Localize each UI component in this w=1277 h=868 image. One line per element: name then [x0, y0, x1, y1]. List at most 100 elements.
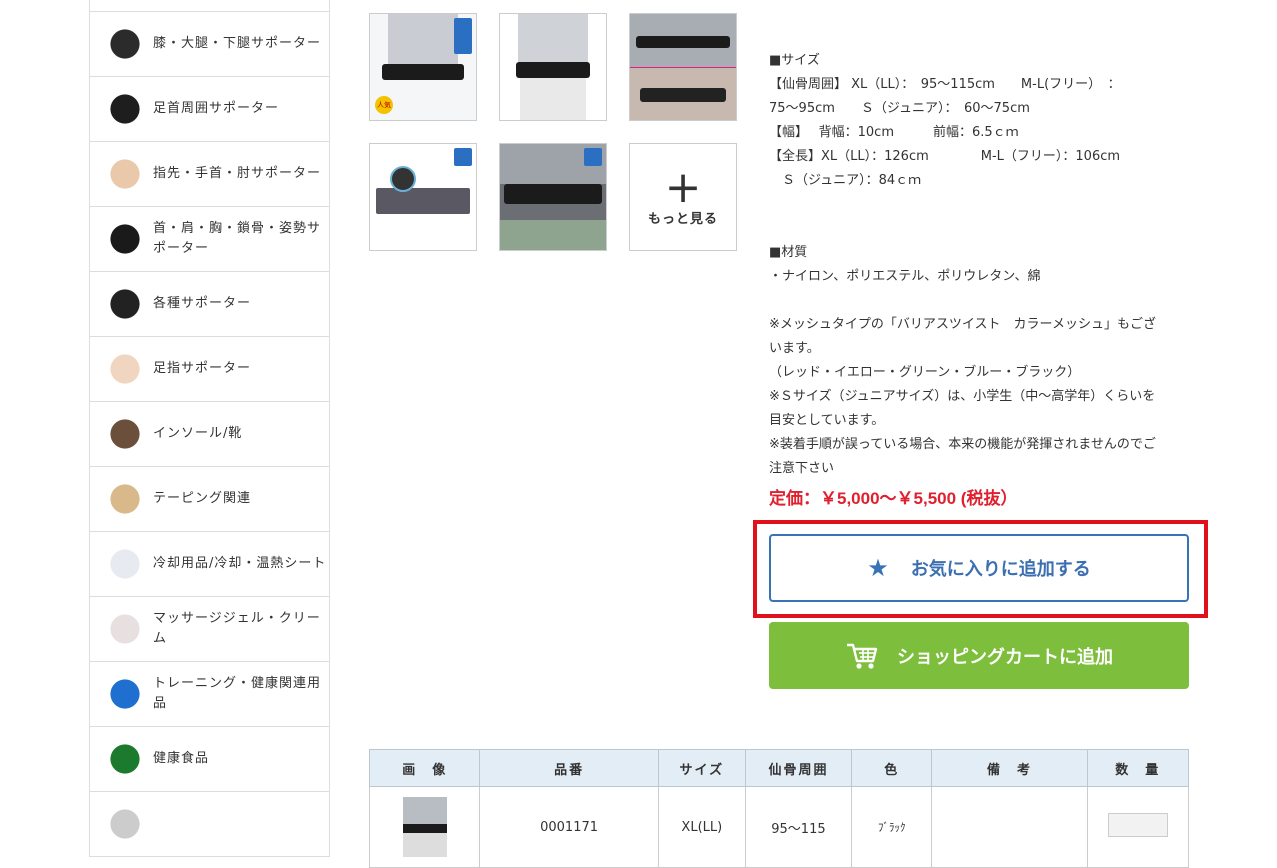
description-line: ■サイズ: [769, 53, 820, 68]
heel-support-icon: [104, 283, 146, 325]
sidebar-item[interactable]: マッサージジェル・クリーム: [90, 597, 329, 662]
product-thumb-1[interactable]: 人気: [369, 13, 477, 121]
sidebar-item[interactable]: [90, 792, 329, 857]
sidebar-item-label: テーピング関連: [153, 491, 252, 506]
header-size: サイズ: [657, 749, 746, 787]
belt-graphic: [504, 184, 602, 204]
quantity-input[interactable]: [1107, 813, 1168, 837]
row-size: XL(LL): [657, 786, 746, 868]
massage-gel-icon: [104, 608, 146, 650]
description-line: 【全長】XL（LL）：126cm M-L（フリー）：106cm: [769, 149, 1121, 164]
training-ball-icon: [104, 673, 146, 715]
feature-badge-icon: [454, 148, 472, 166]
row-image: [368, 786, 481, 868]
description-line: （レッド・イエロー・グリーン・ブルー・ブラック）: [769, 365, 1081, 380]
belt-graphic: [640, 88, 726, 102]
row-quantity: [1086, 786, 1189, 868]
description-line: 目安としています。: [769, 413, 885, 428]
description-line: [769, 289, 1189, 313]
product-thumb-3[interactable]: [629, 13, 737, 121]
description-line: [769, 193, 1189, 217]
health-food-icon: [104, 738, 146, 780]
more-category-icon: [104, 803, 146, 845]
belt-graphic: [382, 64, 464, 80]
header-quantity: 数 量: [1086, 749, 1189, 787]
sidebar-item-label: 健康食品: [153, 751, 210, 766]
variant-thumbnail: [402, 797, 447, 857]
description-line: 【仙骨周囲】 XL（LL）： 95〜115cm M-L(フリー） ：: [769, 77, 1121, 92]
zoom-circle: [390, 166, 416, 192]
description-line: 75〜95cm Ｓ（ジュニア）： 60〜75cm: [769, 101, 1030, 116]
sidebar-item-label: 首・肩・胸・鎖骨・姿勢サポーター: [153, 221, 322, 256]
description-line: います。: [769, 341, 820, 356]
neck-support-icon: [104, 218, 146, 260]
description-line: ■材質: [769, 245, 808, 260]
row-note: [931, 786, 1088, 868]
toe-support-icon: [104, 348, 146, 390]
category-sidebar: 膝・大腿・下腿サポーター 足首周囲サポーター指先・手首・肘サポーター首・肩・胸・鎖…: [89, 0, 330, 857]
cooling-sheet-icon: [104, 543, 146, 585]
plus-icon: +: [664, 161, 702, 213]
sidebar-item[interactable]: インソール/靴: [90, 402, 329, 467]
legs-graphic: [520, 77, 586, 120]
sidebar-item-label: 各種サポーター: [153, 296, 252, 311]
sidebar-item[interactable]: 健康食品: [90, 727, 329, 792]
sidebar-item[interactable]: 足指サポーター: [90, 337, 329, 402]
sidebar-item[interactable]: テーピング関連: [90, 467, 329, 532]
table-row: 0001171 XL(LL) 95〜115 ﾌﾞﾗｯｸ: [368, 786, 1189, 868]
cart-icon: [847, 643, 878, 669]
sidebar-item-label: マッサージジェル・クリーム: [153, 611, 321, 646]
sidebar-item[interactable]: [90, 0, 329, 12]
header-range: 仙骨周囲: [744, 749, 852, 787]
sidebar-item-label: 冷却用品/冷却・温熱シート: [153, 556, 327, 571]
feature-badge-icon: [454, 18, 472, 54]
belt-graphic: [516, 62, 590, 78]
sidebar-item[interactable]: 首・肩・胸・鎖骨・姿勢サポーター: [90, 207, 329, 272]
sidebar-item-label: トレーニング・健康関連用品: [153, 676, 322, 711]
sidebar-item[interactable]: 冷却用品/冷却・温熱シート: [90, 532, 329, 597]
price: 定価：￥5,000〜￥5,500 (税抜）: [769, 489, 1018, 508]
header-image: 画 像: [368, 749, 481, 787]
add-to-favorites-button[interactable]: ★ お気に入りに追加する: [769, 534, 1189, 602]
description-line: [769, 217, 1189, 241]
description-line: 【幅】 背幅：10cm 前幅：6.5ｃｍ: [769, 125, 1019, 140]
knee-support-icon: [104, 23, 146, 65]
sidebar-item[interactable]: 膝・大腿・下腿サポーター: [90, 12, 329, 77]
product-description: ■サイズ【仙骨周囲】 XL（LL）： 95〜115cm M-L(フリー） ： 75…: [769, 49, 1189, 481]
sidebar-item[interactable]: 指先・手首・肘サポーター: [90, 142, 329, 207]
header-note: 備 考: [931, 749, 1088, 787]
sidebar-item-label: 膝・大腿・下腿サポーター: [153, 36, 322, 51]
description-line: ※Ｓサイズ（ジュニアサイズ）は、小学生（中〜高学年）くらいを: [769, 389, 1156, 404]
table-header-row: 画 像 品番 サイズ 仙骨周囲 色 備 考 数 量: [368, 749, 1189, 787]
cart-label: ショッピングカートに追加: [897, 646, 1113, 668]
star-icon: ★: [867, 554, 889, 582]
product-variants-table: 画 像 品番 サイズ 仙骨周囲 色 備 考 数 量 0001171 XL(LL)…: [368, 749, 1189, 868]
row-range: 95〜115: [744, 786, 852, 868]
row-color: ﾌﾞﾗｯｸ: [850, 786, 933, 868]
sidebar-item-label: 足首周囲サポーター: [153, 101, 280, 116]
header-code: 品番: [479, 749, 659, 787]
favorite-label: お気に入りに追加する: [910, 559, 1091, 580]
sidebar-item[interactable]: 足首周囲サポーター: [90, 77, 329, 142]
floor-graphic: [500, 220, 606, 250]
ankle-support-icon: [104, 88, 146, 130]
insole-icon: [104, 413, 146, 455]
description-line: ※装着手順が誤っている場合、本来の機能が発揮されませんのでご: [769, 437, 1156, 452]
sidebar-item[interactable]: トレーニング・健康関連用品: [90, 662, 329, 727]
row-code: 0001171: [479, 786, 659, 868]
product-thumb-2[interactable]: [499, 13, 607, 121]
sidebar-item[interactable]: 各種サポーター: [90, 272, 329, 337]
more-images-button[interactable]: + もっと見る: [629, 143, 737, 251]
add-to-cart-button[interactable]: ショッピングカートに追加: [769, 622, 1189, 689]
taping-icon: [104, 478, 146, 520]
belt-closeup: [376, 188, 470, 214]
more-label: もっと見る: [647, 211, 718, 227]
sidebar-item-label: インソール/靴: [153, 426, 243, 441]
popular-badge: 人気: [375, 96, 393, 114]
product-thumb-4[interactable]: [369, 143, 477, 251]
belt-graphic: [636, 36, 730, 48]
sidebar-item-label: 足指サポーター: [153, 361, 252, 376]
description-line: 注意下さい: [769, 461, 835, 476]
header-color: 色: [850, 749, 933, 787]
product-thumb-5[interactable]: [499, 143, 607, 251]
